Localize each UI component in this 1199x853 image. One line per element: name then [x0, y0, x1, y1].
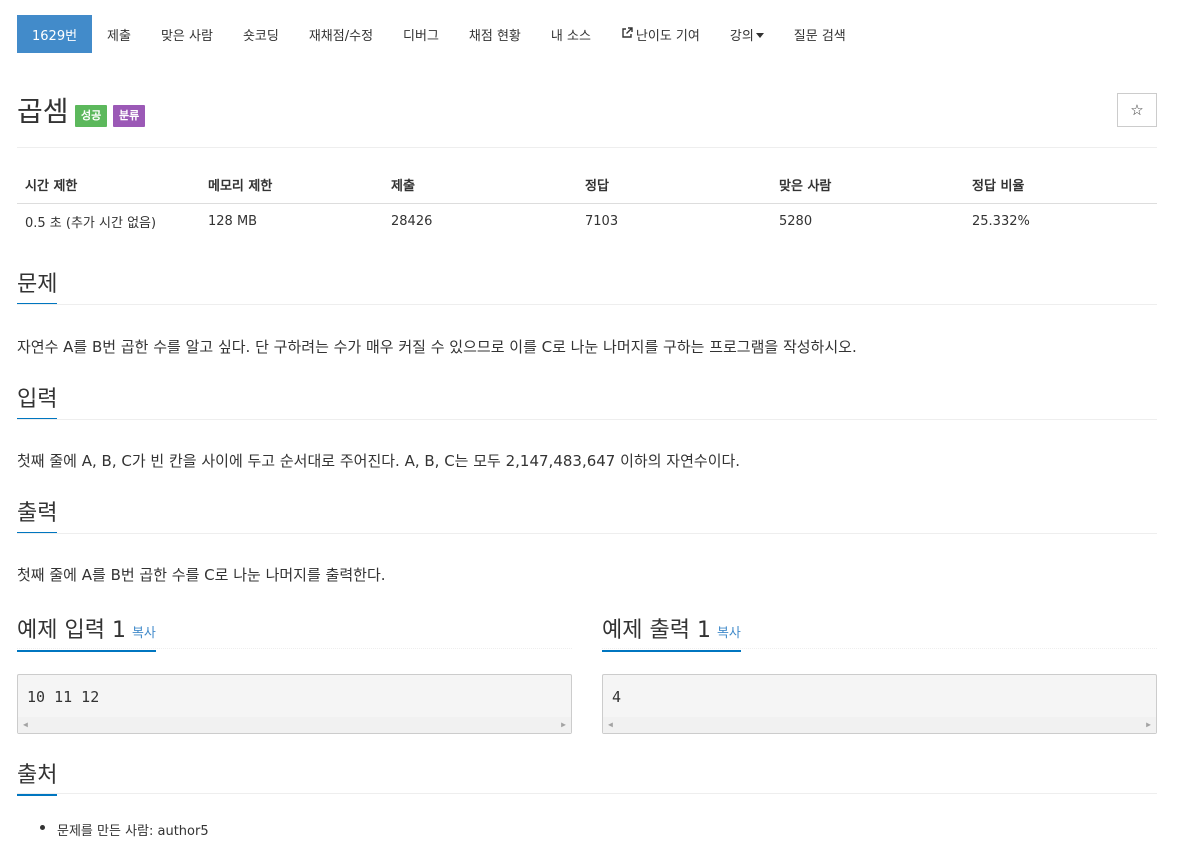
- submissions-value: 28426: [391, 213, 433, 229]
- caret-down-icon: [755, 32, 764, 38]
- star-icon: ☆: [1130, 101, 1144, 119]
- problem-section-header: 문제: [17, 266, 1157, 305]
- problem-title: 곱셈: [17, 95, 69, 128]
- problem-title-row: 곱셈 성공 분류 ☆: [17, 90, 1157, 130]
- nav-tab-problem[interactable]: 1629번: [17, 15, 93, 53]
- sample-input-title: 예제 입력 1 복사: [17, 612, 156, 652]
- section-divider: [602, 648, 1157, 649]
- nav-tab-lecture-label: 강의: [729, 28, 754, 44]
- copy-sample-input-button[interactable]: 복사: [132, 626, 156, 641]
- success-badge: 성공: [75, 105, 108, 127]
- input-section-title: 입력: [17, 381, 58, 420]
- source-author-text[interactable]: 문제를 만든 사람: author5: [57, 824, 209, 839]
- source-section-header: 출처: [17, 757, 1157, 796]
- scroll-right-icon[interactable]: ▶: [561, 720, 566, 729]
- ratio-header: 정답 비율: [964, 167, 1157, 204]
- sample-input-text: 10 11 12: [27, 688, 100, 706]
- horizontal-scrollbar[interactable]: ◀ ▶: [18, 717, 571, 733]
- accepted-header: 정답: [577, 167, 771, 204]
- sample-input-title-text: 예제 입력 1: [17, 618, 126, 643]
- star-button[interactable]: ☆: [1117, 93, 1157, 127]
- nav-tab-lecture[interactable]: 강의: [715, 15, 779, 53]
- input-description: 첫째 줄에 A, B, C가 빈 칸을 사이에 두고 순서대로 주어진다. A,…: [17, 452, 741, 470]
- problem-section-title: 문제: [17, 266, 58, 305]
- info-header-row: 시간 제한 메모리 제한 제출 정답 맞은 사람 정답 비율: [17, 167, 1157, 204]
- solvers-header: 맞은 사람: [771, 167, 964, 204]
- sample-output-box[interactable]: 4 ◀ ▶: [602, 674, 1157, 734]
- sample-output-title: 예제 출력 1 복사: [602, 612, 741, 652]
- section-divider: [17, 419, 1157, 420]
- nav-tab-question-search[interactable]: 질문 검색: [779, 15, 861, 53]
- section-divider: [17, 304, 1157, 305]
- nav-tab-accepted-users[interactable]: 맞은 사람: [146, 15, 228, 53]
- time-limit-value: 0.5 초 (추가 시간 없음): [25, 215, 157, 231]
- time-limit-header: 시간 제한: [17, 167, 200, 204]
- problem-nav: 1629번 제출 맞은 사람 숏코딩 재채점/수정 디버그 채점 현황 내 소스…: [17, 15, 861, 53]
- horizontal-scrollbar[interactable]: ◀ ▶: [603, 717, 1156, 733]
- ratio-value: 25.332%: [972, 213, 1030, 229]
- nav-tab-debug[interactable]: 디버그: [388, 15, 454, 53]
- nav-tab-difficulty[interactable]: 난이도 기여: [606, 15, 715, 53]
- nav-tab-difficulty-label: 난이도 기여: [635, 28, 700, 44]
- submissions-header: 제출: [383, 167, 577, 204]
- solvers-value: 5280: [779, 213, 813, 229]
- accepted-value: 7103: [585, 213, 619, 229]
- section-divider: [17, 533, 1157, 534]
- sample-input-header: 예제 입력 1 복사: [17, 612, 572, 652]
- source-section-title: 출처: [17, 757, 58, 796]
- scroll-left-icon[interactable]: ◀: [608, 720, 613, 729]
- nav-tab-short-coding[interactable]: 숏코딩: [228, 15, 294, 53]
- nav-tab-rejudge[interactable]: 재채점/수정: [294, 15, 388, 53]
- memory-limit-header: 메모리 제한: [200, 167, 383, 204]
- scroll-right-icon[interactable]: ▶: [1146, 720, 1151, 729]
- sample-input-box[interactable]: 10 11 12 ◀ ▶: [17, 674, 572, 734]
- external-link-icon: [621, 26, 633, 42]
- output-description: 첫째 줄에 A를 B번 곱한 수를 C로 나눈 나머지를 출력한다.: [17, 566, 386, 584]
- source-list-item: 문제를 만든 사람: author5: [40, 820, 209, 839]
- nav-tab-submit[interactable]: 제출: [92, 15, 146, 53]
- problem-description: 자연수 A를 B번 곱한 수를 알고 싶다. 단 구하려는 수가 매우 커질 수…: [17, 338, 857, 356]
- output-section-header: 출력: [17, 495, 1157, 534]
- info-value-row: 0.5 초 (추가 시간 없음) 128 MB 28426 7103 5280 …: [17, 203, 1157, 239]
- sample-output-text: 4: [612, 688, 622, 706]
- nav-tab-my-source[interactable]: 내 소스: [536, 15, 606, 53]
- bullet-icon: [40, 825, 45, 830]
- section-divider: [17, 793, 1157, 794]
- sample-output-header: 예제 출력 1 복사: [602, 612, 1157, 652]
- memory-limit-value: 128 MB: [208, 213, 258, 229]
- scroll-left-icon[interactable]: ◀: [23, 720, 28, 729]
- output-section-title: 출력: [17, 495, 58, 534]
- copy-sample-output-button[interactable]: 복사: [717, 626, 741, 641]
- nav-tab-status[interactable]: 채점 현황: [454, 15, 536, 53]
- title-divider: [17, 147, 1157, 148]
- section-divider: [17, 648, 572, 649]
- category-badge[interactable]: 분류: [113, 105, 146, 127]
- input-section-header: 입력: [17, 381, 1157, 420]
- sample-output-title-text: 예제 출력 1: [602, 618, 711, 643]
- problem-info-table: 시간 제한 메모리 제한 제출 정답 맞은 사람 정답 비율 0.5 초 (추가…: [17, 167, 1157, 239]
